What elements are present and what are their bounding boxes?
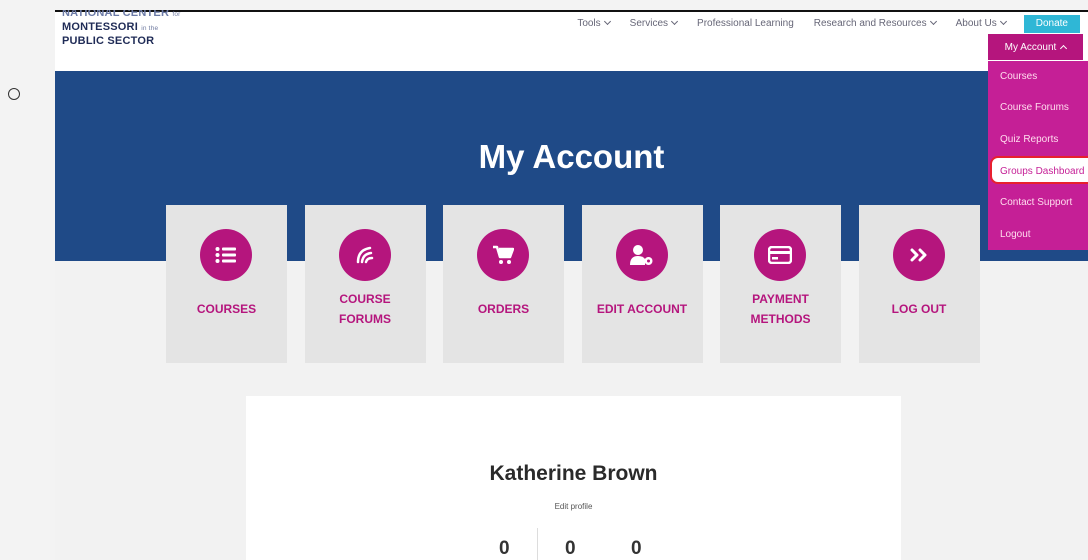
- menu-item-courses[interactable]: Courses: [988, 61, 1037, 92]
- menu-item-logout[interactable]: Logout: [988, 219, 1031, 250]
- account-cards: COURSES COURSE FORUMS ORDERS EDIT ACCOUN…: [166, 205, 980, 363]
- list-bullet: [8, 88, 20, 100]
- nav-professional-learning[interactable]: Professional Learning: [697, 18, 794, 29]
- my-account-button[interactable]: My Account: [988, 34, 1083, 60]
- list-icon: [200, 229, 252, 281]
- menu-item-groups-dashboard[interactable]: Groups Dashboard: [990, 156, 1088, 184]
- card-courses[interactable]: COURSES: [166, 205, 287, 363]
- stat-divider: [537, 528, 538, 560]
- chevron-up-icon: [1060, 44, 1068, 52]
- card-course-forums[interactable]: COURSE FORUMS: [304, 205, 426, 363]
- nav-research[interactable]: Research and Resources: [814, 18, 936, 29]
- forum-icon: [338, 229, 391, 281]
- menu-item-course-forums[interactable]: Course Forums: [988, 92, 1069, 123]
- credit-card-icon: [754, 229, 806, 281]
- nav-about[interactable]: About Us: [956, 18, 1006, 29]
- user-gear-icon: [615, 229, 668, 281]
- card-log-out[interactable]: LOG OUT: [858, 205, 980, 363]
- screenshot-frame: NATIONAL CENTER for MONTESSORI in the PU…: [55, 10, 1088, 560]
- edit-profile-link[interactable]: Edit profile: [246, 502, 901, 511]
- profile-stat: 0: [499, 538, 510, 559]
- nav-tools[interactable]: Tools: [577, 18, 609, 29]
- card-payment-methods[interactable]: PAYMENT METHODS: [720, 205, 841, 363]
- profile-name: Katherine Brown: [489, 462, 658, 485]
- card-edit-account[interactable]: EDIT ACCOUNT: [581, 205, 703, 363]
- main-nav: Tools Services Professional Learning Res…: [557, 12, 1080, 34]
- menu-item-contact-support[interactable]: Contact Support: [988, 187, 1072, 218]
- profile-stat: 0: [565, 538, 576, 559]
- profile-stat: 0: [631, 538, 642, 559]
- page-title: My Account: [478, 138, 665, 175]
- site-header: NATIONAL CENTER for MONTESSORI in the PU…: [55, 10, 1088, 71]
- donate-button[interactable]: Donate: [1023, 14, 1080, 33]
- profile-card: Katherine Brown Edit profile 0 0 0: [246, 396, 901, 560]
- cart-icon: [477, 229, 529, 281]
- nav-services[interactable]: Services: [630, 18, 677, 29]
- double-chevron-right-icon: [892, 229, 945, 281]
- site-logo[interactable]: NATIONAL CENTER for MONTESSORI in the PU…: [62, 10, 232, 48]
- account-dropdown: Courses Course Forums Quiz Reports Group…: [988, 61, 1088, 250]
- menu-item-quiz-reports[interactable]: Quiz Reports: [988, 124, 1058, 155]
- card-orders[interactable]: ORDERS: [443, 205, 564, 363]
